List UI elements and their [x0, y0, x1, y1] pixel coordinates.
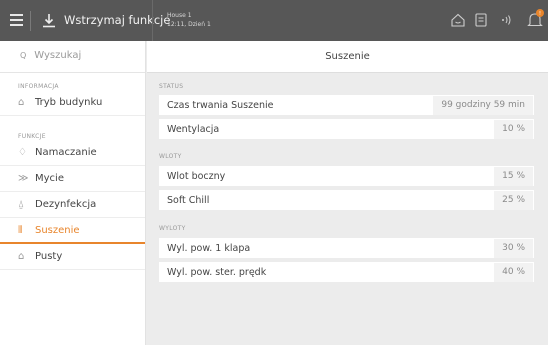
table-row[interactable]: Wyl. pow. 1 klapa 30 %	[159, 238, 534, 259]
save-icon[interactable]	[473, 12, 489, 28]
table-row[interactable]: Soft Chill 25 %	[159, 190, 534, 211]
building-icon: ⌂	[18, 97, 25, 108]
divider	[152, 0, 153, 41]
top-bar: Wstrzymaj funkcje House 1 12:11, Dzień 1…	[0, 0, 548, 41]
sidebar-item-label: Suszenie	[35, 224, 80, 236]
sidebar-item-soaking[interactable]: ♢ Namaczanie	[0, 140, 145, 166]
section-label-functions: FUNKCJE	[18, 133, 46, 140]
alarm-bell-icon[interactable]: !	[526, 8, 546, 30]
row-value: 30 %	[494, 238, 533, 258]
sidebar-item-label: Dezynfekcja	[35, 199, 97, 210]
sidebar-item-washing[interactable]: ≫ Mycie	[0, 166, 145, 192]
search-input[interactable]: Q Wyszukaj	[0, 41, 145, 73]
group-label-outlets: WYLOTY	[159, 225, 186, 232]
empty-icon: ⌂	[18, 251, 25, 262]
group-label-status: STATUS	[159, 83, 184, 90]
row-value: 10 %	[494, 119, 533, 139]
wifi-icon[interactable]	[498, 12, 514, 28]
section-label-info: INFORMACJA	[18, 83, 59, 90]
table-row[interactable]: Czas trwania Suszenie 99 godziny 59 min	[159, 95, 534, 116]
house-name: House 1	[167, 12, 192, 19]
row-value: 99 godziny 59 min	[433, 95, 533, 115]
sidebar-item-building-mode[interactable]: ⌂ Tryb budynku	[0, 90, 145, 116]
row-value: 15 %	[494, 166, 533, 186]
row-value: 40 %	[494, 262, 533, 282]
sidebar-item-label: Namaczanie	[35, 147, 97, 158]
drying-icon: ⦀	[18, 224, 23, 236]
sidebar-item-label: Mycie	[35, 173, 64, 184]
search-icon: Q	[20, 51, 27, 60]
main-panel: Suszenie STATUS Czas trwania Suszenie 99…	[147, 41, 548, 345]
page-title: Suszenie	[147, 41, 548, 73]
table-row[interactable]: Wlot boczny 15 %	[159, 166, 534, 187]
house-time-day: 12:11, Dzień 1	[167, 21, 211, 28]
home-icon[interactable]	[450, 12, 466, 28]
row-label: Wyl. pow. ster. prędk	[167, 266, 267, 278]
row-value: 25 %	[494, 190, 533, 210]
sidebar-item-drying[interactable]: ⦀ Suszenie	[0, 218, 145, 244]
disinfection-icon: ⍙	[18, 199, 24, 210]
sidebar-item-label: Tryb budynku	[35, 97, 103, 108]
table-row[interactable]: Wentylacja 10 %	[159, 119, 534, 140]
row-label: Wlot boczny	[167, 170, 226, 182]
sidebar-item-disinfection[interactable]: ⍙ Dezynfekcja	[0, 192, 145, 218]
row-label: Soft Chill	[167, 194, 210, 206]
wash-icon: ≫	[18, 173, 29, 184]
pause-functions-button[interactable]: Wstrzymaj funkcje	[64, 13, 170, 27]
divider	[30, 11, 31, 31]
search-placeholder: Wyszukaj	[34, 50, 82, 61]
svg-text:!: !	[539, 11, 541, 17]
table-row[interactable]: Wyl. pow. ster. prędk 40 %	[159, 262, 534, 283]
group-label-inlets: WLOTY	[159, 153, 182, 160]
row-label: Wyl. pow. 1 klapa	[167, 242, 251, 254]
sidebar-item-label: Pusty	[35, 251, 63, 262]
sidebar-item-empty[interactable]: ⌂ Pusty	[0, 244, 145, 270]
row-label: Czas trwania Suszenie	[167, 99, 274, 111]
house-info: House 1 12:11, Dzień 1	[167, 11, 211, 29]
menu-icon[interactable]	[10, 11, 30, 31]
stop-icon[interactable]	[42, 13, 56, 28]
drop-icon: ♢	[18, 147, 27, 158]
sidebar: Q Wyszukaj INFORMACJA ⌂ Tryb budynku FUNKC…	[0, 41, 146, 345]
row-label: Wentylacja	[167, 123, 220, 135]
